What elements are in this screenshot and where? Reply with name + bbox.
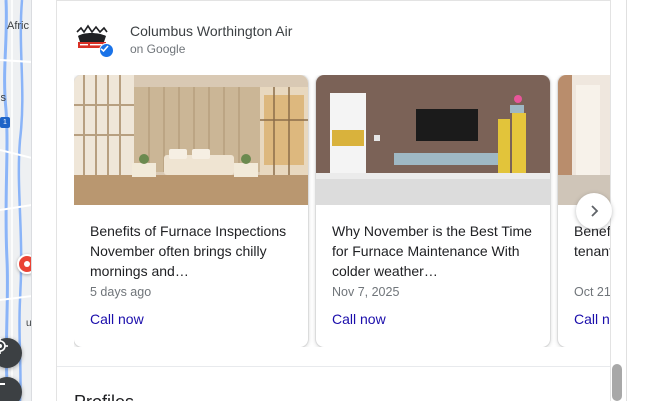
post-body: Why November is the Best Time for Furnac…	[316, 205, 550, 328]
carousel-next-button[interactable]	[576, 193, 612, 229]
post-card[interactable]: Why November is the Best Time for Furnac…	[316, 75, 550, 347]
map-label: Afric	[7, 20, 29, 32]
call-now-link[interactable]: Call now	[332, 310, 534, 328]
business-source: on Google	[130, 42, 186, 56]
call-now-link[interactable]: Call now	[574, 310, 610, 328]
post-title: Benefits of Furnace Inspections November…	[90, 223, 287, 279]
business-panel: Columbus Worthington Air on Google Benef…	[32, 0, 626, 401]
crosshair-icon	[0, 338, 8, 354]
page-gutter	[626, 0, 649, 401]
post-date: Nov 7, 2025	[332, 285, 400, 299]
posts-carousel[interactable]: Benefits of Furnace Inspections November…	[74, 75, 611, 347]
post-image	[74, 75, 308, 205]
verified-check-icon	[99, 43, 114, 58]
divider	[57, 366, 610, 367]
post-card[interactable]: Benefits of Furnace Inspections November…	[74, 75, 308, 347]
business-name[interactable]: Columbus Worthington Air	[130, 22, 292, 40]
post-title: Benefits of Fall Tune-ups and tenants	[574, 223, 611, 259]
post-title: Why November is the Best Time for Furnac…	[332, 223, 532, 279]
post-date: Oct 21	[574, 285, 611, 299]
post-image	[558, 75, 610, 205]
map-panel[interactable]: Afric is 1 u	[0, 0, 32, 401]
map-label: is	[0, 92, 6, 104]
business-meta: Columbus Worthington Air on Google	[130, 22, 292, 57]
post-image	[316, 75, 550, 205]
map-pin-icon[interactable]	[17, 254, 31, 274]
company-logo-icon	[74, 22, 114, 58]
scrollbar-thumb[interactable]	[612, 364, 622, 401]
chevron-right-icon	[591, 205, 599, 217]
plus-icon	[0, 383, 5, 385]
updates-card: Columbus Worthington Air on Google Benef…	[56, 0, 611, 401]
post-body: Benefits of Furnace Inspections November…	[74, 205, 308, 328]
map-label: u	[26, 318, 32, 329]
business-header[interactable]: Columbus Worthington Air on Google	[74, 22, 292, 58]
divider	[57, 0, 610, 1]
post-date: 5 days ago	[90, 285, 152, 299]
profiles-heading: Profiles	[74, 391, 134, 401]
call-now-link[interactable]: Call now	[90, 310, 292, 328]
route-shield-icon: 1	[0, 117, 10, 128]
